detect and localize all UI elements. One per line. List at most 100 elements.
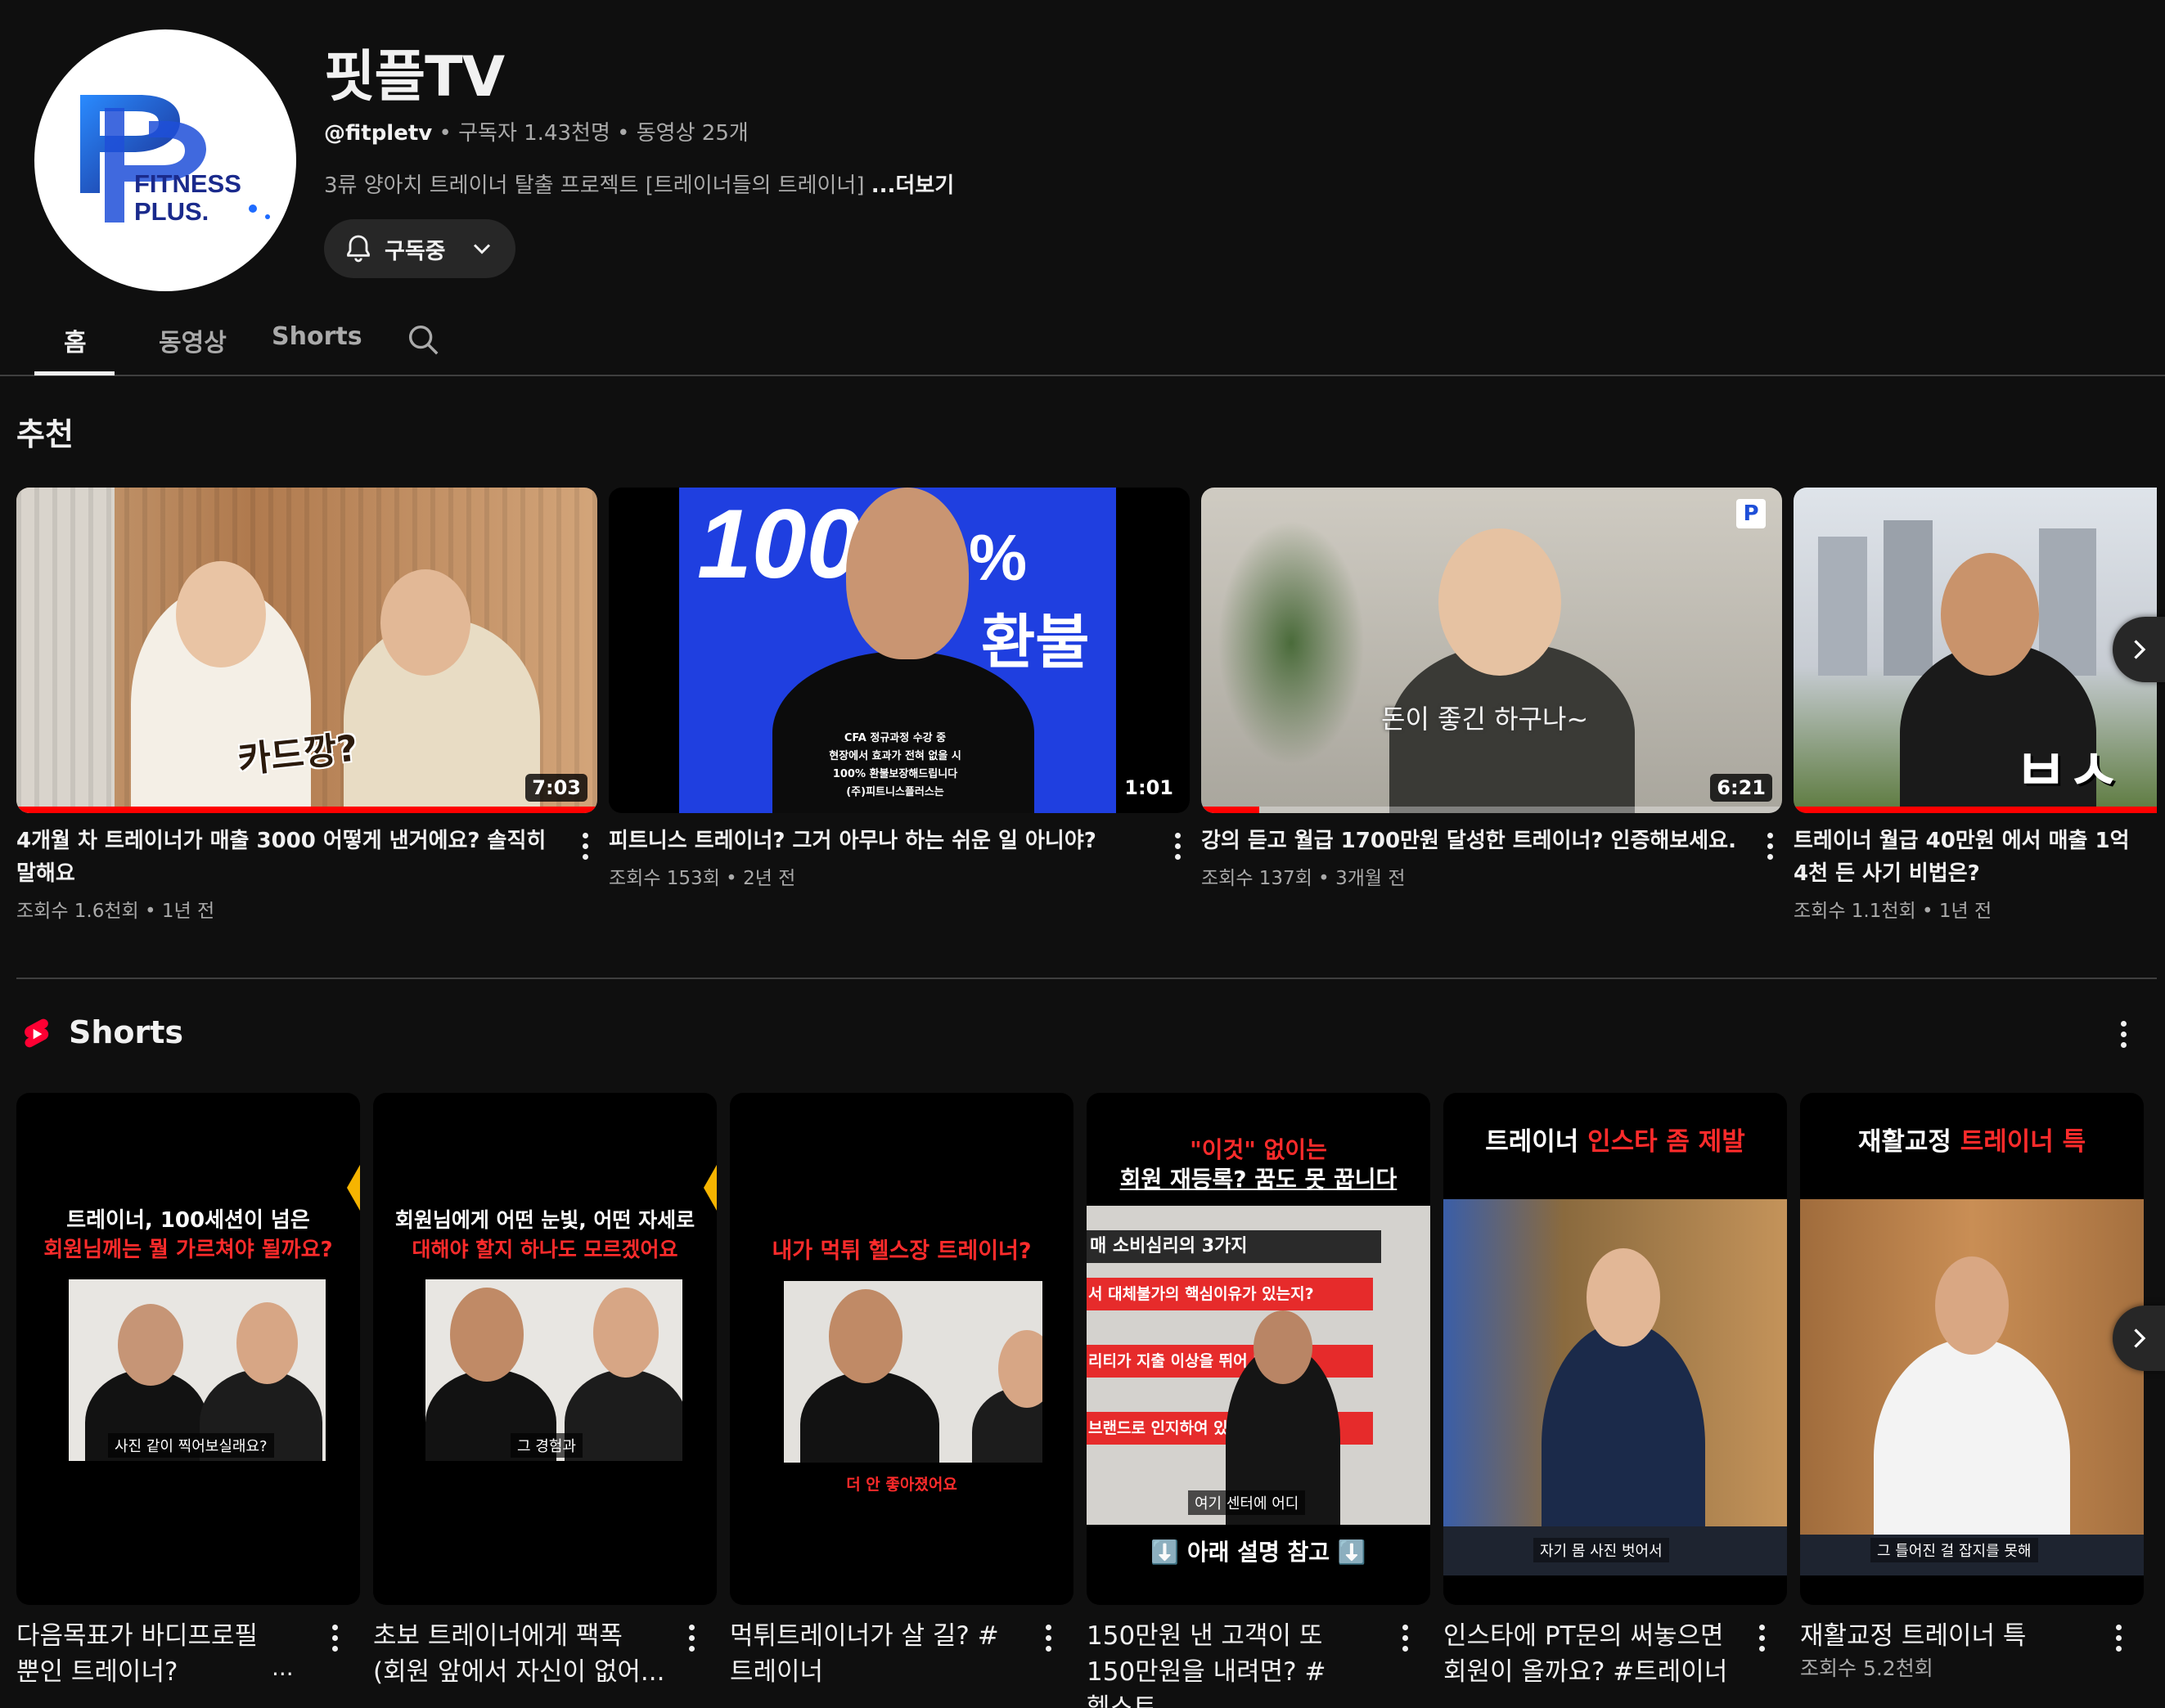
thumb-plant — [1218, 520, 1365, 766]
search-icon — [408, 325, 439, 355]
thumb-face — [593, 1288, 659, 1378]
short-caption: 트레이너, 100세션이 넘은 — [66, 1208, 310, 1233]
short-thumbnail[interactable]: 트레이너, 100세션이 넘은 회원님께는 뭘 가르쳐야 될까요? 사진 같이 … — [16, 1093, 360, 1605]
logo-text: FITNESS PLUS. — [134, 169, 241, 226]
thumb-face — [1935, 1256, 2009, 1355]
tab-shorts[interactable]: Shorts — [272, 322, 362, 351]
video-duration: 6:21 — [1710, 774, 1772, 802]
more-link[interactable]: ...더보기 — [871, 173, 954, 198]
video-card[interactable]: 돈이 좋긴 하구나~ P 6:21 강의 듣고 월급 1700만원 달성한 트레… — [1201, 488, 1782, 889]
thumb-person — [800, 1371, 939, 1463]
more-vert-icon[interactable] — [1393, 1618, 1417, 1657]
thumb-scene: 그 틀어진 걸 잡지를 못해 — [1800, 1199, 2144, 1575]
short-thumbnail[interactable]: 회원님에게 어떤 눈빛, 어떤 자세로 대해야 할지 하나도 모르겠어요 그 경… — [373, 1093, 717, 1605]
thumb-face — [846, 488, 969, 659]
short-thumbnail[interactable]: 재활교정 트레이너 특 그 틀어진 걸 잡지를 못해 — [1800, 1093, 2144, 1605]
short-title[interactable]: 인스타에 PT문의 써놓으면 회원이 올까요? #트레이너 — [1443, 1618, 1738, 1690]
short-caption: 대해야 할지 하나도 모르겠어요 — [412, 1238, 678, 1261]
title-ellipsis: ... — [272, 1654, 294, 1681]
video-duration: 7:03 — [525, 774, 587, 802]
more-vert-icon[interactable] — [1749, 1618, 1774, 1657]
short-thumbnail[interactable]: 트레이너 인스타 좀 제발 자기 몸 사진 벗어서 — [1443, 1093, 1787, 1605]
more-vert-icon[interactable] — [1036, 1618, 1060, 1657]
logo-dot — [249, 205, 257, 213]
thumb-scene: 자기 몸 사진 벗어서 — [1443, 1199, 1787, 1575]
tab-home[interactable]: 홈 — [64, 322, 87, 358]
slide-line: 리티가 지출 이상을 뛰어 넘는지? — [1087, 1345, 1373, 1378]
more-vert-icon[interactable] — [1165, 826, 1190, 865]
video-meta: 조회수 137회 • 3개월 전 — [1201, 868, 1406, 889]
video-thumbnail[interactable]: 100 % 환불 CFA 정규과정 수강 중 현장에서 효과가 전혀 없을 시 … — [609, 488, 1190, 813]
more-vert-icon[interactable] — [679, 1618, 704, 1657]
fitness-plus-logo — [80, 95, 206, 222]
watch-progress-track — [1201, 807, 1782, 813]
more-vert-icon[interactable] — [322, 1618, 347, 1657]
thumb-face — [176, 561, 266, 667]
more-vert-icon[interactable] — [2111, 1014, 2136, 1054]
thumb-video-frame — [784, 1281, 1042, 1463]
subscriber-count: 구독자 1.43천명 — [458, 121, 610, 146]
video-title[interactable]: 피트니스 트레이너? 그거 아무나 하는 쉬운 일 아니야? — [609, 825, 1149, 857]
video-title[interactable]: 트레이너 월급 40만원 에서 매출 1억 4천 든 사기 비법은? — [1794, 825, 2154, 890]
thumb-face — [1587, 1248, 1660, 1346]
short-subtitle: 사진 같이 찍어보실래요? — [108, 1433, 274, 1458]
tab-videos[interactable]: 동영상 — [159, 322, 227, 358]
thumb-face — [236, 1302, 298, 1384]
short-caption: 회원님께는 뭘 가르쳐야 될까요? — [43, 1238, 333, 1262]
short-title[interactable]: 150만원 낸 고객이 또 150만원을 내려면? #헬스트... — [1087, 1618, 1381, 1708]
shorts-logo-icon — [25, 1018, 49, 1048]
video-card[interactable]: 카드깡? 7:03 4개월 차 트레이너가 매출 3000 어떻게 낸거에요? … — [16, 488, 597, 922]
thumb-building — [1818, 537, 1867, 676]
short-title[interactable]: 다음목표가 바디프로필 뿐인 트레이너? — [16, 1618, 311, 1690]
video-title[interactable]: 강의 듣고 월급 1700만원 달성한 트레이너? 인증해보세요. — [1201, 825, 1741, 857]
more-vert-icon[interactable] — [2106, 1618, 2131, 1657]
video-count: 동영상 25개 — [636, 121, 749, 146]
short-card[interactable]: 내가 먹튀 헬스장 트레이너? 더 안 좋아졌어요 먹튀트레이너가 살 길? #… — [730, 1093, 1073, 1687]
thumb-big-text: 100 — [697, 489, 862, 599]
short-footer-text: ⬇️ 아래 설명 참고 ⬇️ — [1150, 1539, 1366, 1566]
thumb-face — [450, 1288, 524, 1382]
video-meta: 조회수 153회 • 2년 전 — [609, 868, 796, 889]
tab-search[interactable] — [404, 321, 442, 362]
thumb-refund-text: 환불 — [981, 608, 1090, 676]
channel-avatar[interactable]: FITNESS PLUS. — [34, 29, 296, 291]
short-thumbnail[interactable]: "이것" 없이는 회원 재등록? 꿈도 못 꿉니다 매 소비심리의 3가지 서 … — [1087, 1093, 1430, 1605]
chevron-right-icon — [2134, 1328, 2146, 1348]
watch-progress-bar — [1794, 807, 2157, 813]
section-title-recommended: 추천 — [16, 416, 74, 452]
short-caption: 회원님에게 어떤 눈빛, 어떤 자세로 — [394, 1208, 695, 1232]
video-card[interactable]: ㅂㅅ 트레이너 월급 40만원 에서 매출 1억 4천 든 사기 비법은? 조회… — [1794, 488, 2157, 922]
short-title[interactable]: 재활교정 트레이너 특 — [1800, 1618, 2095, 1654]
channel-name: 핏플TV — [324, 45, 505, 110]
video-card[interactable]: 100 % 환불 CFA 정규과정 수강 중 현장에서 효과가 전혀 없을 시 … — [609, 488, 1190, 889]
subscribed-button[interactable]: 구독중 — [324, 219, 515, 278]
active-tab-indicator — [34, 371, 115, 375]
thumb-face — [829, 1289, 902, 1383]
short-card[interactable]: 재활교정 트레이너 특 그 틀어진 걸 잡지를 못해 재활교정 트레이너 특 — [1800, 1093, 2144, 1652]
watch-progress-bar — [16, 807, 597, 813]
video-title[interactable]: 4개월 차 트레이너가 매출 3000 어떻게 낸거에요? 솔직히 말해요 — [16, 825, 556, 890]
more-vert-icon[interactable] — [1758, 826, 1782, 865]
thumb-face — [1438, 528, 1561, 676]
short-card[interactable]: "이것" 없이는 회원 재등록? 꿈도 못 꿉니다 매 소비심리의 3가지 서 … — [1087, 1093, 1430, 1708]
video-thumbnail[interactable]: 돈이 좋긴 하구나~ P 6:21 — [1201, 488, 1782, 813]
short-card[interactable]: 회원님에게 어떤 눈빛, 어떤 자세로 대해야 할지 하나도 모르겠어요 그 경… — [373, 1093, 717, 1687]
short-thumbnail[interactable]: 내가 먹튀 헬스장 트레이너? 더 안 좋아졌어요 — [730, 1093, 1073, 1605]
video-thumbnail[interactable]: ㅂㅅ — [1794, 488, 2157, 813]
logo-dot — [265, 214, 270, 219]
slide-title: 매 소비심리의 3가지 — [1087, 1230, 1381, 1263]
section-title-shorts: Shorts — [69, 1014, 184, 1050]
short-title[interactable]: 먹튀트레이너가 살 길? #트레이너 — [730, 1618, 1024, 1690]
short-caption: "이것" 없이는 — [1190, 1136, 1327, 1163]
short-card[interactable]: 트레이너 인스타 좀 제발 자기 몸 사진 벗어서 인스타에 PT문의 써놓으면… — [1443, 1093, 1787, 1687]
thumb-caption: 돈이 좋긴 하구나~ — [1381, 703, 1589, 735]
short-title[interactable]: 초보 트레이너에게 팩폭 (회원 앞에서 자신이 없어... — [373, 1618, 668, 1690]
short-subtitle: 그 경험과 — [511, 1433, 583, 1458]
channel-description[interactable]: 3류 양아치 트레이너 탈출 프로젝트 [트레이너들의 트레이너] ...더보기 — [324, 169, 954, 199]
video-meta: 조회수 1.6천회 • 1년 전 — [16, 901, 215, 922]
video-thumbnail[interactable]: 카드깡? 7:03 — [16, 488, 597, 813]
short-card[interactable]: 트레이너, 100세션이 넘은 회원님께는 뭘 가르쳐야 될까요? 사진 같이 … — [16, 1093, 360, 1687]
thumb-logo: P — [1736, 499, 1766, 528]
short-views: 조회수 5.2천회 — [1800, 1656, 1933, 1680]
more-vert-icon[interactable] — [573, 826, 597, 865]
